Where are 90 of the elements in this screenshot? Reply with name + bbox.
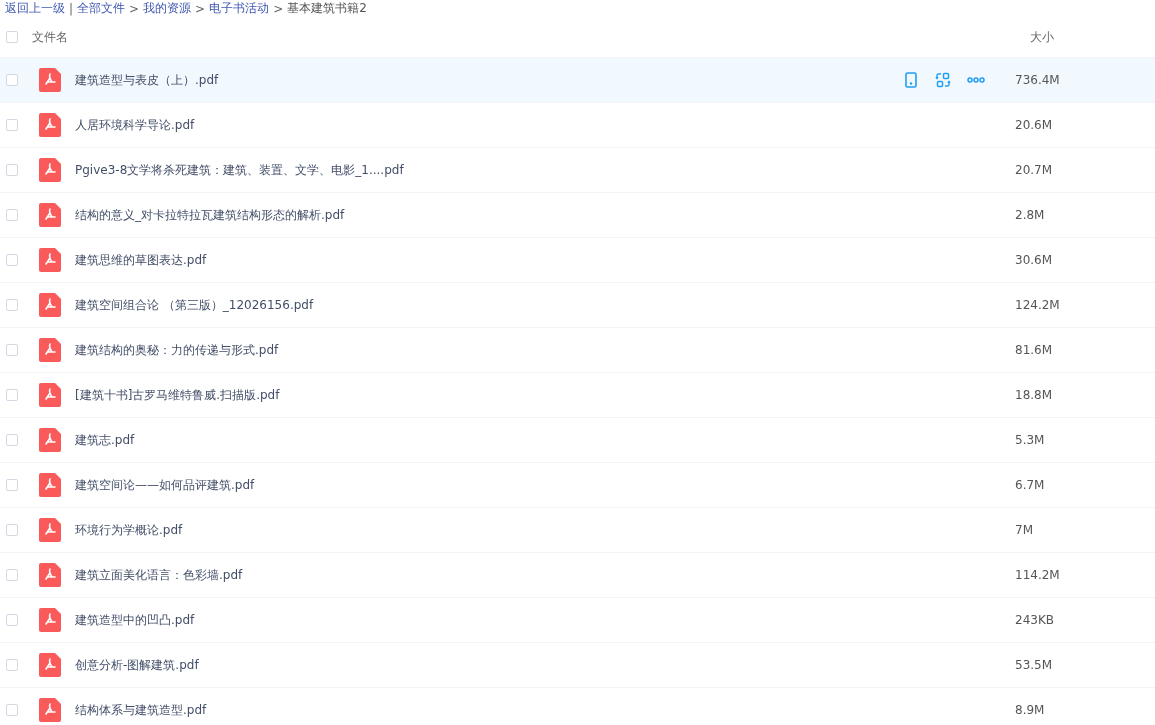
file-row[interactable]: 建筑志.pdf 5.3M xyxy=(0,418,1155,463)
file-name[interactable]: 结构的意义_对卡拉特拉瓦建筑结构形态的解析.pdf xyxy=(75,206,1015,224)
breadcrumb-separator: > xyxy=(273,1,284,16)
file-size: 30.6M xyxy=(1015,253,1054,267)
breadcrumb-link[interactable]: 我的资源 xyxy=(143,0,192,17)
file-size: 736.4M xyxy=(1015,73,1061,87)
pdf-file-icon xyxy=(39,158,61,182)
file-name[interactable]: 建筑造型中的凹凸.pdf xyxy=(75,611,1015,629)
file-name[interactable]: 结构体系与建筑造型.pdf xyxy=(75,701,1015,719)
file-name[interactable]: 建筑造型与表皮（上）.pdf xyxy=(75,71,903,89)
file-row[interactable]: 环境行为学概论.pdf 7M xyxy=(0,508,1155,553)
file-size: 5.3M xyxy=(1015,433,1046,447)
pdf-file-icon xyxy=(39,473,61,497)
more-icon[interactable] xyxy=(967,77,985,83)
file-row[interactable]: 建筑空间论——如何品评建筑.pdf 6.7M xyxy=(0,463,1155,508)
file-size: 114.2M xyxy=(1015,568,1061,582)
file-size: 8.9M xyxy=(1015,703,1046,717)
breadcrumb-current: 基本建筑书籍2 xyxy=(287,0,367,17)
pdf-file-icon xyxy=(39,518,61,542)
breadcrumb-separator: | xyxy=(69,1,74,16)
file-size: 81.6M xyxy=(1015,343,1054,357)
row-checkbox[interactable] xyxy=(6,659,18,671)
column-header[interactable]: 文件名 xyxy=(32,28,1030,46)
file-row[interactable]: Pgive3-8文学将杀死建筑：建筑、装置、文学、电影_1....pdf 20.7M xyxy=(0,148,1155,193)
file-row[interactable]: 建筑立面美化语言：色彩墙.pdf 114.2M xyxy=(0,553,1155,598)
row-checkbox[interactable] xyxy=(6,524,18,536)
file-size: 20.7M xyxy=(1015,163,1054,177)
file-name[interactable]: 创意分析-图解建筑.pdf xyxy=(75,656,1015,674)
row-checkbox[interactable] xyxy=(6,434,18,446)
file-size: 124.2M xyxy=(1015,298,1061,312)
breadcrumb-separator: > xyxy=(195,1,206,16)
pdf-file-icon xyxy=(39,653,61,677)
row-checkbox[interactable] xyxy=(6,614,18,626)
file-size: 53.5M xyxy=(1015,658,1054,672)
row-checkbox[interactable] xyxy=(6,254,18,266)
row-checkbox[interactable] xyxy=(6,389,18,401)
breadcrumb-link[interactable]: 返回上一级 xyxy=(5,0,65,17)
row-checkbox[interactable] xyxy=(6,344,18,356)
file-row[interactable]: [建筑十书]古罗马维特鲁威.扫描版.pdf 18.8M xyxy=(0,373,1155,418)
pdf-file-icon xyxy=(39,428,61,452)
pdf-file-icon xyxy=(39,608,61,632)
breadcrumb-link[interactable]: 电子书活动 xyxy=(209,0,270,17)
file-name[interactable]: Pgive3-8文学将杀死建筑：建筑、装置、文学、电影_1....pdf xyxy=(75,161,1015,179)
pdf-file-icon xyxy=(39,698,61,722)
file-row[interactable]: 建筑思维的草图表达.pdf 30.6M xyxy=(0,238,1155,283)
pdf-file-icon xyxy=(39,383,61,407)
file-row[interactable]: 建筑结构的奥秘：力的传递与形式.pdf 81.6M xyxy=(0,328,1155,373)
file-row[interactable]: 人居环境科学导论.pdf 20.6M xyxy=(0,103,1155,148)
pdf-file-icon xyxy=(39,563,61,587)
pdf-file-icon xyxy=(39,113,61,137)
file-row[interactable]: 建筑空间组合论 （第三版）_12026156.pdf 124.2M xyxy=(0,283,1155,328)
select-all-checkbox[interactable] xyxy=(6,31,18,43)
file-name[interactable]: 建筑空间组合论 （第三版）_12026156.pdf xyxy=(75,296,1015,314)
file-size: 243KB xyxy=(1015,613,1055,627)
breadcrumb-separator: > xyxy=(129,1,140,16)
file-row[interactable]: 创意分析-图解建筑.pdf 53.5M xyxy=(0,643,1155,688)
file-row[interactable]: 建筑造型中的凹凸.pdf 243KB xyxy=(0,598,1155,643)
file-name[interactable]: 建筑立面美化语言：色彩墙.pdf xyxy=(75,566,1015,584)
file-name[interactable]: 建筑空间论——如何品评建筑.pdf xyxy=(75,476,1015,494)
breadcrumb-link[interactable]: 全部文件 xyxy=(77,0,126,17)
row-checkbox[interactable] xyxy=(6,209,18,221)
file-size: 6.7M xyxy=(1015,478,1046,492)
row-checkbox[interactable] xyxy=(6,704,18,716)
pdf-file-icon xyxy=(39,203,61,227)
file-name[interactable]: 建筑思维的草图表达.pdf xyxy=(75,251,1015,269)
file-name[interactable]: 建筑结构的奥秘：力的传递与形式.pdf xyxy=(75,341,1015,359)
pdf-file-icon xyxy=(39,68,61,92)
file-size: 20.6M xyxy=(1015,118,1054,132)
row-checkbox[interactable] xyxy=(6,479,18,491)
row-checkbox[interactable] xyxy=(6,74,18,86)
file-name[interactable]: [建筑十书]古罗马维特鲁威.扫描版.pdf xyxy=(75,386,1015,404)
file-row[interactable]: 结构体系与建筑造型.pdf 8.9M xyxy=(0,688,1155,725)
file-name[interactable]: 建筑志.pdf xyxy=(75,431,1015,449)
row-checkbox[interactable] xyxy=(6,164,18,176)
pdf-file-icon xyxy=(39,248,61,272)
move-icon[interactable] xyxy=(935,72,951,88)
pdf-file-icon xyxy=(39,293,61,317)
row-checkbox[interactable] xyxy=(6,569,18,581)
file-row[interactable]: 建筑造型与表皮（上）.pdf 736.4M xyxy=(0,58,1155,103)
row-checkbox[interactable] xyxy=(6,119,18,131)
file-size: 18.8M xyxy=(1015,388,1054,402)
file-name[interactable]: 人居环境科学导论.pdf xyxy=(75,116,1015,134)
row-checkbox[interactable] xyxy=(6,299,18,311)
file-row[interactable]: 结构的意义_对卡拉特拉瓦建筑结构形态的解析.pdf 2.8M xyxy=(0,193,1155,238)
phone-icon[interactable] xyxy=(903,72,919,88)
column-header[interactable]: 大小 xyxy=(1030,28,1155,46)
file-size: 2.8M xyxy=(1015,208,1046,222)
pdf-file-icon xyxy=(39,338,61,362)
file-name[interactable]: 环境行为学概论.pdf xyxy=(75,521,1015,539)
file-size: 7M xyxy=(1015,523,1034,537)
